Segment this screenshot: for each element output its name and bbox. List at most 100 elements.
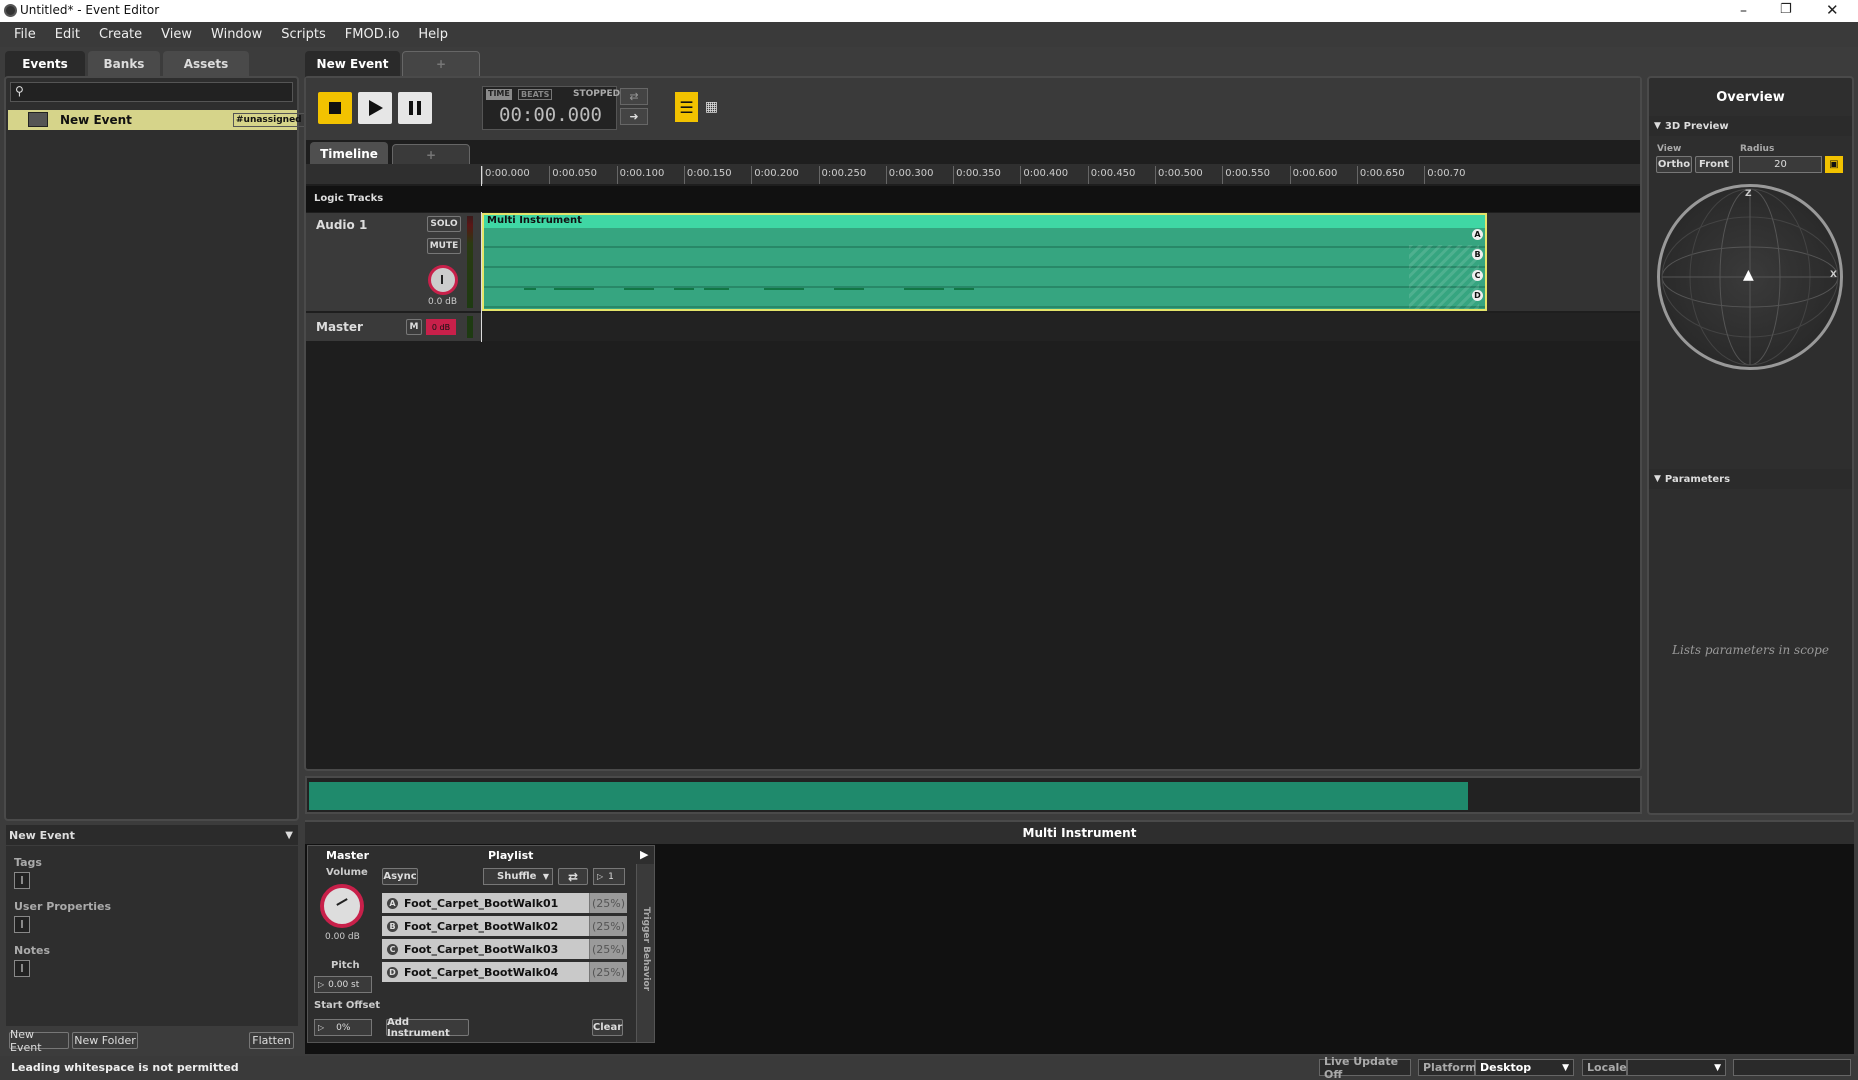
deck-title: Multi Instrument: [1022, 826, 1137, 840]
locale-select[interactable]: ▼: [1627, 1059, 1726, 1076]
ruler-tick: [751, 166, 753, 184]
playlist-item[interactable]: D Foot_Carpet_BootWalk04 (25%): [382, 962, 627, 982]
selected-event-header[interactable]: New Event ▼: [6, 825, 298, 845]
master-mute-button[interactable]: M: [406, 319, 422, 335]
chevron-down-icon: ▼: [1714, 1062, 1721, 1073]
restore-icon[interactable]: ❐: [1780, 2, 1792, 17]
overview-thumb[interactable]: [309, 782, 1468, 810]
parameters-header[interactable]: ▼ Parameters: [1649, 469, 1852, 489]
loop-button[interactable]: ⇄: [620, 88, 648, 105]
playlist-mode-select[interactable]: Shuffle ▼: [483, 868, 553, 885]
minimize-icon[interactable]: –: [1740, 3, 1747, 19]
add-instrument-button[interactable]: Add Instrument: [386, 1017, 469, 1039]
mute-button[interactable]: MUTE: [427, 238, 461, 254]
menu-scripts[interactable]: Scripts: [281, 27, 325, 42]
notes-edit-icon[interactable]: I: [14, 960, 30, 977]
status-extra-field: [1733, 1059, 1851, 1076]
add-editor-tab[interactable]: +: [402, 51, 480, 77]
ruler-label: 0:00.250: [821, 168, 867, 179]
tab-assets[interactable]: Assets: [163, 51, 249, 77]
parameters-label: Parameters: [1664, 473, 1731, 485]
tab-timeline[interactable]: Timeline: [310, 142, 388, 166]
grid-view-button[interactable]: ▦: [700, 92, 723, 122]
overview-title: Overview: [1716, 90, 1785, 105]
start-offset-field[interactable]: ▷ 0%: [314, 1019, 372, 1036]
playlist-item[interactable]: C Foot_Carpet_BootWalk03 (25%): [382, 939, 627, 959]
new-event-button[interactable]: New Event: [9, 1028, 69, 1054]
tab-events[interactable]: Events: [5, 51, 85, 77]
trigger-behavior-drawer[interactable]: Trigger Behavior: [636, 864, 654, 1042]
platform-select[interactable]: Desktop ▼: [1475, 1059, 1574, 1076]
add-parameter-tab[interactable]: +: [392, 144, 470, 166]
playlist-item-name: Foot_Carpet_BootWalk03: [404, 942, 559, 956]
clear-button[interactable]: Clear: [592, 1019, 623, 1036]
event-icon: [28, 112, 48, 127]
menu-view[interactable]: View: [161, 27, 192, 42]
playlist-item[interactable]: A Foot_Carpet_BootWalk01 (25%): [382, 893, 627, 913]
time-mode-button[interactable]: TIME: [486, 89, 512, 100]
radius-input[interactable]: 20: [1739, 156, 1822, 173]
chevron-down-icon: ▼: [542, 872, 549, 881]
tab-banks[interactable]: Banks: [88, 51, 160, 77]
flatten-button[interactable]: Flatten: [249, 1032, 294, 1049]
play-button[interactable]: [358, 92, 392, 124]
expand-icon[interactable]: ▶: [640, 848, 648, 861]
track-header-audio-1[interactable]: Audio 1 SOLO MUTE 0.0 dB: [306, 213, 481, 311]
ruler-label: 0:00.500: [1158, 168, 1203, 179]
3d-preview-sphere[interactable]: Z X ▲: [1657, 184, 1843, 370]
pitch-field[interactable]: ▷ 0.00 st: [314, 976, 372, 993]
user-properties-edit-icon[interactable]: I: [14, 916, 30, 933]
front-button[interactable]: Front: [1695, 156, 1733, 173]
bank-badge: #unassigned: [233, 113, 305, 127]
multi-instrument-region[interactable]: Multi Instrument: [482, 213, 1487, 311]
window-title: Untitled* - Event Editor: [20, 3, 160, 17]
count-field[interactable]: ▷ 1: [593, 868, 625, 885]
menu-fmod-io[interactable]: FMOD.io: [345, 27, 400, 42]
list-item[interactable]: New Event #unassigned: [8, 110, 305, 130]
3d-preview-header[interactable]: ▼ 3D Preview: [1649, 116, 1852, 136]
master-level[interactable]: 0 dB: [426, 319, 456, 335]
listener-icon: ▲: [1743, 267, 1754, 283]
ortho-button[interactable]: Ortho: [1656, 156, 1692, 173]
menu-create[interactable]: Create: [99, 27, 142, 42]
list-view-button[interactable]: ☰: [675, 92, 698, 122]
master-track-header[interactable]: Master M 0 dB: [306, 313, 481, 341]
search-input[interactable]: [31, 84, 286, 100]
waveform: [484, 246, 1485, 308]
volume-knob[interactable]: [320, 884, 364, 928]
menu-edit[interactable]: Edit: [55, 27, 80, 42]
instrument-title: Multi Instrument: [487, 215, 582, 226]
new-folder-button[interactable]: New Folder: [72, 1032, 138, 1049]
loop-playlist-button[interactable]: ⇄: [558, 868, 588, 885]
follow-button[interactable]: ➜: [620, 108, 648, 125]
menu-window[interactable]: Window: [211, 27, 262, 42]
menu-help[interactable]: Help: [418, 27, 448, 42]
ruler-label: 0:00.650: [1359, 168, 1405, 179]
gain-knob[interactable]: [428, 265, 458, 295]
timeline-overview-scrollbar[interactable]: [305, 776, 1642, 814]
stop-button[interactable]: [318, 92, 352, 124]
playlist-item-percent: (25%): [589, 893, 627, 913]
playlist-item-name: Foot_Carpet_BootWalk02: [404, 919, 559, 933]
menu-file[interactable]: File: [14, 27, 36, 42]
ruler-tick: [1356, 166, 1358, 184]
async-button[interactable]: Async: [382, 868, 418, 885]
playlist-item[interactable]: B Foot_Carpet_BootWalk02 (25%): [382, 916, 627, 936]
event-browser: ⚲ New Event #unassigned: [4, 76, 305, 821]
timeline-ruler[interactable]: 0:00.000 0:00.050 0:00.100 0:00.150 0:00.200…: [306, 164, 1640, 184]
beats-mode-button[interactable]: BEATS: [518, 89, 553, 100]
gain-value: 0.0 dB: [428, 297, 458, 307]
search-box[interactable]: ⚲: [10, 82, 293, 102]
gain-knob-pointer: [441, 275, 443, 284]
playlist-letter: A: [387, 897, 398, 909]
lock-icon[interactable]: ▣: [1825, 156, 1843, 173]
tab-new-event[interactable]: New Event: [305, 51, 400, 77]
status-message: Leading whitespace is not permitted: [11, 1061, 239, 1074]
close-icon[interactable]: ✕: [1826, 1, 1839, 19]
solo-button[interactable]: SOLO: [427, 216, 461, 232]
tags-edit-icon[interactable]: I: [14, 872, 30, 889]
live-update-button[interactable]: Live Update Off: [1319, 1055, 1411, 1080]
playlist-item-name: Foot_Carpet_BootWalk01: [404, 896, 559, 910]
chevron-down-icon: ▼: [1654, 121, 1661, 131]
pause-button[interactable]: [398, 92, 432, 124]
